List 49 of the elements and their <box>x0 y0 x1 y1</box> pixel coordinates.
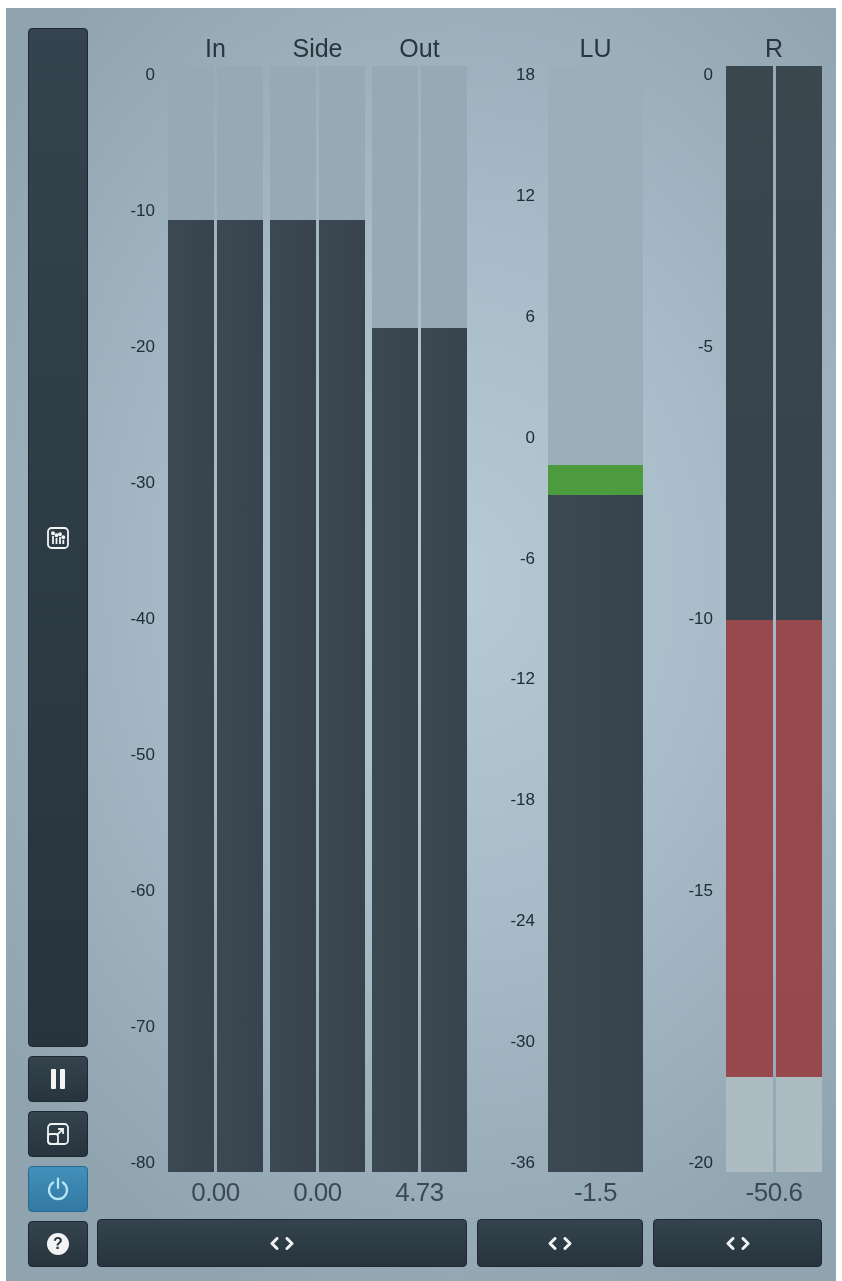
scale-label: -50 <box>130 746 155 764</box>
resize-button[interactable] <box>28 1111 88 1157</box>
chevrons-icon <box>725 1236 750 1250</box>
meter-reading: -1.5 <box>574 1177 617 1207</box>
chevrons-icon <box>270 1236 294 1250</box>
meter-reading: 0.00 <box>191 1177 240 1207</box>
help-button[interactable]: ? <box>28 1221 88 1267</box>
power-icon <box>46 1176 70 1202</box>
scale-label: -36 <box>510 1153 535 1172</box>
meter-label: LU <box>579 33 612 63</box>
scale-label: -60 <box>130 882 155 900</box>
scale-label: 0 <box>703 66 713 84</box>
meters-button[interactable] <box>28 28 88 1047</box>
scale-label: -20 <box>130 338 155 356</box>
scale-label: -12 <box>510 670 535 689</box>
meter-label: R <box>764 33 784 63</box>
scale-label: 18 <box>516 66 535 84</box>
chevron-button[interactable] <box>97 1219 467 1267</box>
scale-label: -5 <box>697 338 713 356</box>
meter-label: In <box>205 33 226 63</box>
scale-label: -10 <box>130 202 155 220</box>
scale-label: -15 <box>688 882 713 900</box>
pause-icon <box>51 1069 65 1089</box>
chevron-button[interactable] <box>477 1219 643 1267</box>
meter-reading: -50.6 <box>745 1177 803 1207</box>
scale-label: -20 <box>688 1154 713 1172</box>
pause-button[interactable] <box>28 1056 88 1102</box>
scale-label: -30 <box>130 474 155 492</box>
chevron-button[interactable] <box>653 1219 822 1267</box>
meter-reading: 0.00 <box>293 1177 342 1207</box>
scale-label: 6 <box>525 307 535 326</box>
meter-label: Side <box>292 33 343 63</box>
scale-label: -18 <box>510 791 535 810</box>
scale-label: -10 <box>688 610 713 628</box>
meter-label: Out <box>399 33 440 63</box>
scale-label: -70 <box>130 1018 155 1036</box>
scale-label: 0 <box>525 428 535 447</box>
scale-label: 12 <box>516 186 535 205</box>
meter-reading: 4.73 <box>395 1177 444 1207</box>
scale-label: 0 <box>145 66 155 84</box>
scale-label: -80 <box>130 1154 155 1172</box>
power-button[interactable] <box>28 1166 88 1212</box>
chevrons-icon <box>548 1236 572 1250</box>
bars-icon <box>47 526 69 549</box>
resize-icon <box>47 1123 69 1145</box>
scale-label: -24 <box>510 912 535 931</box>
scale-label: -30 <box>510 1033 535 1051</box>
scale-label: -40 <box>130 610 155 628</box>
scale-label: -6 <box>519 549 535 568</box>
